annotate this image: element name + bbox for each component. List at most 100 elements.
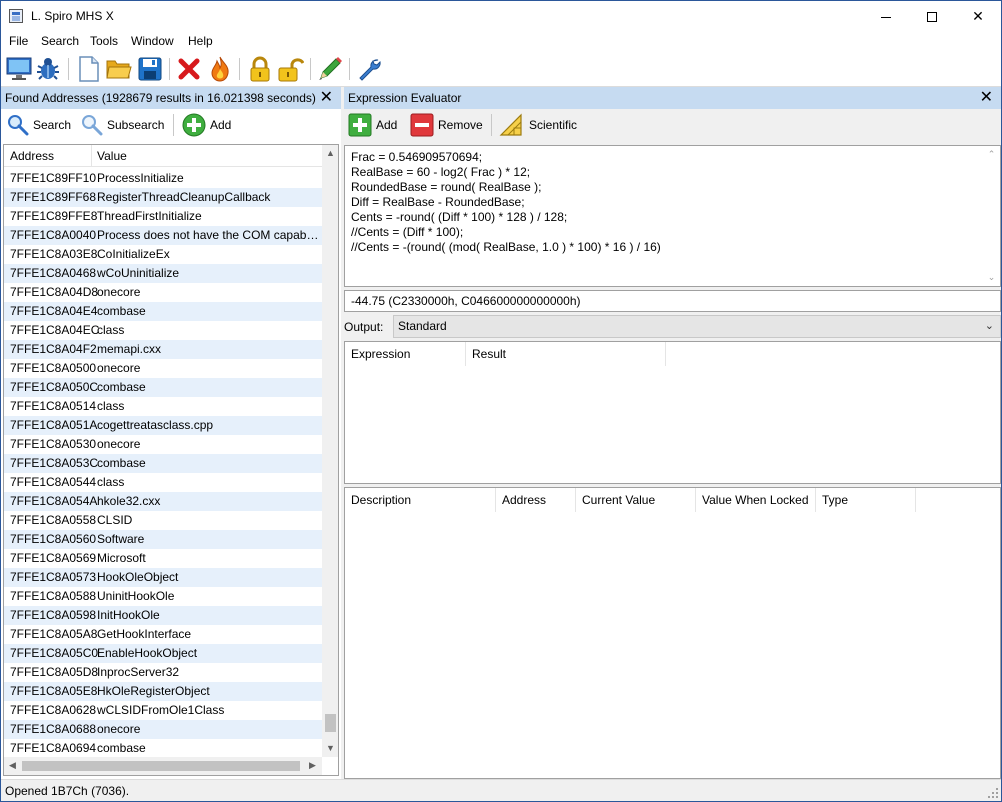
output-format-select[interactable]: Standard ⌄ — [393, 315, 1001, 338]
expression-text[interactable]: Frac = 0.546909570694; RealBase = 60 - l… — [351, 150, 981, 255]
table-row[interactable]: 7FFE1C8A053C combase — [4, 454, 322, 473]
add-address-button[interactable]: Add — [182, 113, 231, 137]
search-button[interactable]: Search — [7, 113, 71, 137]
table-row[interactable]: 7FFE1C8A050C combase — [4, 378, 322, 397]
scientific-button[interactable]: Scientific — [499, 113, 577, 137]
table-row[interactable]: 7FFE1C8A05E8 HkOleRegisterObject — [4, 682, 322, 701]
menu-help[interactable]: Help — [188, 34, 213, 48]
table-row[interactable]: 7FFE1C8A0569 Microsoft — [4, 549, 322, 568]
value-cell: onecore — [97, 437, 141, 451]
close-icon: ✕ — [972, 8, 984, 24]
table-row[interactable]: 7FFE1C8A0040 Process does not have the CO… — [4, 226, 322, 245]
fire-icon[interactable] — [206, 55, 234, 83]
open-folder-icon[interactable] — [105, 55, 133, 83]
column-header-address[interactable]: Address — [496, 488, 576, 512]
title-bar[interactable]: L. Spiro MHS X ✕ — [1, 1, 1001, 32]
column-header-address[interactable]: Address — [10, 149, 54, 163]
expression-editor[interactable]: Frac = 0.546909570694; RealBase = 60 - l… — [344, 145, 1001, 287]
menu-file[interactable]: File — [9, 34, 28, 48]
table-row[interactable]: 7FFE1C8A0514 class — [4, 397, 322, 416]
table-row[interactable]: 7FFE1C8A04E4 combase — [4, 302, 322, 321]
address-cell: 7FFE1C8A0560 — [10, 532, 97, 546]
horizontal-scrollbar[interactable]: ◀ ▶ — [4, 757, 322, 775]
close-button[interactable]: ✕ — [955, 1, 1001, 32]
scroll-left-icon[interactable]: ◀ — [4, 757, 21, 774]
scroll-down-icon[interactable]: ▼ — [322, 740, 338, 757]
table-row[interactable]: 7FFE1C8A05A8 GetHookInterface — [4, 625, 322, 644]
table-row[interactable]: 7FFE1C89FF68 RegisterThreadCleanupCallbac… — [4, 188, 322, 207]
vertical-scrollbar[interactable]: ▲ ▼ — [322, 145, 338, 757]
column-header-expression[interactable]: Expression — [345, 342, 466, 366]
result-field[interactable]: -44.75 (C2330000h, C046600000000000h) — [344, 290, 1001, 312]
table-row[interactable]: 7FFE1C8A0628 wCLSIDFromOle1Class — [4, 701, 322, 720]
table-row[interactable]: 7FFE1C8A03E8 CoInitializeEx — [4, 245, 322, 264]
column-header-value-when-locked[interactable]: Value When Locked — [696, 488, 816, 512]
table-row[interactable]: 7FFE1C8A04EC class — [4, 321, 322, 340]
table-row[interactable]: 7FFE1C8A04D8 onecore — [4, 283, 322, 302]
save-icon[interactable] — [136, 55, 164, 83]
column-header-value[interactable]: Value — [97, 149, 127, 163]
column-header-result[interactable]: Result — [466, 342, 666, 366]
subsearch-button[interactable]: Subsearch — [81, 113, 164, 137]
list-header: Address Value — [4, 145, 322, 167]
lock-icon[interactable] — [246, 55, 274, 83]
column-header-type[interactable]: Type — [816, 488, 916, 512]
minimize-icon — [881, 16, 891, 18]
address-cell: 7FFE1C89FF68 — [10, 190, 97, 204]
table-row[interactable]: 7FFE1C8A05C0 EnableHookObject — [4, 644, 322, 663]
menu-window[interactable]: Window — [131, 34, 174, 48]
expression-results-list[interactable]: Expression Result — [344, 341, 1001, 484]
scroll-thumb[interactable] — [325, 714, 336, 732]
close-icon[interactable]: ✕ — [980, 87, 993, 108]
table-row[interactable]: 7FFE1C8A0558 CLSID — [4, 511, 322, 530]
table-row[interactable]: 7FFE1C8A0560 Software — [4, 530, 322, 549]
table-row[interactable]: 7FFE1C8A051A cogettreatasclass.cpp — [4, 416, 322, 435]
table-row[interactable]: 7FFE1C8A04F2 memapi.cxx — [4, 340, 322, 359]
table-row[interactable]: 7FFE1C8A0598 InitHookOle — [4, 606, 322, 625]
minimize-button[interactable] — [863, 1, 909, 32]
table-row[interactable]: 7FFE1C8A0588 UninitHookOle — [4, 587, 322, 606]
wrench-icon[interactable] — [355, 55, 383, 83]
table-row[interactable]: 7FFE1C8A0530 onecore — [4, 435, 322, 454]
column-header-description[interactable]: Description — [345, 488, 496, 512]
address-cell: 7FFE1C8A054A — [10, 494, 98, 508]
column-divider[interactable] — [91, 145, 92, 167]
delete-icon[interactable] — [175, 55, 203, 83]
table-row[interactable]: 7FFE1C8A0688 onecore — [4, 720, 322, 739]
table-row[interactable]: 7FFE1C8A0500 onecore — [4, 359, 322, 378]
bug-icon[interactable] — [34, 55, 62, 83]
scroll-right-icon[interactable]: ▶ — [304, 757, 321, 774]
scroll-up-icon[interactable]: ▲ — [322, 145, 338, 162]
vertical-scrollbar[interactable]: ⌃ ⌄ — [983, 146, 1000, 286]
table-row[interactable]: 7FFE1C8A0544 class — [4, 473, 322, 492]
table-row[interactable]: 7FFE1C8A05D8 InprocServer32 — [4, 663, 322, 682]
locked-values-list[interactable]: Description Address Current Value Value … — [344, 487, 1001, 779]
address-cell: 7FFE1C8A0628 — [10, 703, 97, 717]
resize-grip-icon[interactable] — [987, 787, 999, 799]
toolbar-separator — [68, 58, 69, 80]
menu-search[interactable]: Search — [41, 34, 79, 48]
found-addresses-list[interactable]: Address Value 7FFE1C89FF10 ProcessInitial… — [3, 144, 339, 776]
unlock-icon[interactable] — [277, 55, 305, 83]
table-row[interactable]: 7FFE1C8A0468 wCoUninitialize — [4, 264, 322, 283]
scroll-up-icon[interactable]: ⌃ — [983, 146, 1000, 163]
add-expression-button[interactable]: Add — [348, 113, 397, 137]
close-icon[interactable]: ✕ — [320, 87, 333, 108]
maximize-button[interactable] — [909, 1, 955, 32]
address-cell: 7FFE1C8A04E4 — [10, 304, 98, 318]
menu-tools[interactable]: Tools — [90, 34, 118, 48]
table-row[interactable]: 7FFE1C8A0694 combase — [4, 739, 322, 757]
new-file-icon[interactable] — [75, 55, 103, 83]
computer-icon[interactable] — [5, 55, 33, 83]
value-cell: HkOleRegisterObject — [97, 684, 210, 698]
table-row[interactable]: 7FFE1C89FFE8 ThreadFirstInitialize — [4, 207, 322, 226]
value-cell: RegisterThreadCleanupCallback — [97, 190, 271, 204]
column-header-current-value[interactable]: Current Value — [576, 488, 696, 512]
pencil-icon[interactable] — [316, 55, 344, 83]
table-row[interactable]: 7FFE1C8A054A hkole32.cxx — [4, 492, 322, 511]
table-row[interactable]: 7FFE1C89FF10 ProcessInitialize — [4, 169, 322, 188]
scroll-down-icon[interactable]: ⌄ — [983, 269, 1000, 286]
table-row[interactable]: 7FFE1C8A0573 HookOleObject — [4, 568, 322, 587]
remove-expression-button[interactable]: Remove — [410, 113, 483, 137]
scroll-thumb[interactable] — [22, 761, 300, 771]
